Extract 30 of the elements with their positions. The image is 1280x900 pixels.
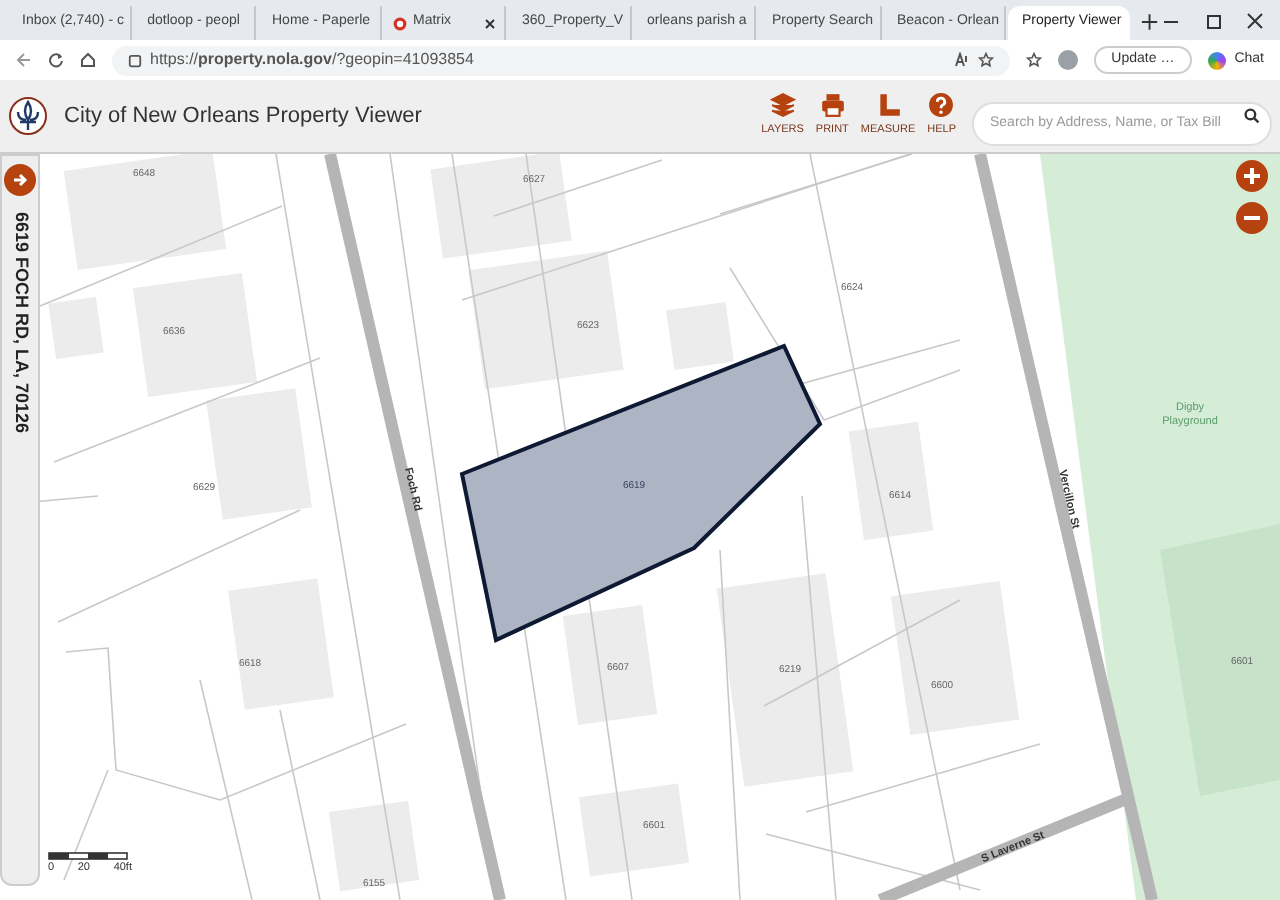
profile-avatar[interactable]: [1057, 50, 1078, 70]
url-text: https://property.nola.gov/?geopin=41093854: [150, 48, 476, 72]
search-icon[interactable]: [1244, 108, 1260, 124]
fleur-de-lis-logo: [8, 96, 48, 136]
maximize-icon[interactable]: [1204, 12, 1222, 30]
site-icon: [391, 15, 407, 31]
ruler-icon: [875, 92, 902, 119]
help-icon: [928, 92, 955, 119]
printer-icon: [819, 92, 846, 119]
expand-button[interactable]: [4, 164, 36, 196]
scale-bar: [48, 851, 128, 860]
close-icon[interactable]: [1246, 12, 1264, 30]
home-icon[interactable]: [80, 52, 96, 68]
property-address: 6619 FOCH RD, LA, 70126: [9, 212, 34, 434]
close-icon[interactable]: [484, 17, 496, 29]
copilot-icon: [1208, 51, 1227, 69]
url-field[interactable]: https://property.nola.gov/?geopin=41093854: [112, 45, 1010, 75]
arrow-icon: [12, 172, 28, 188]
app-title: City of New Orleans Property Viewer: [64, 101, 424, 132]
selected-parcel[interactable]: [459, 343, 823, 643]
favorites-icon[interactable]: [1025, 52, 1042, 68]
site-info-icon[interactable]: [128, 53, 142, 67]
back-icon[interactable]: [16, 52, 32, 68]
plus-icon: [1244, 168, 1260, 184]
minus-icon: [1244, 210, 1260, 226]
star-icon[interactable]: [977, 52, 994, 68]
reload-icon[interactable]: [48, 52, 64, 68]
layers-icon: [769, 92, 796, 119]
read-aloud-icon[interactable]: [953, 52, 970, 68]
new-tab-icon[interactable]: [1140, 12, 1160, 32]
